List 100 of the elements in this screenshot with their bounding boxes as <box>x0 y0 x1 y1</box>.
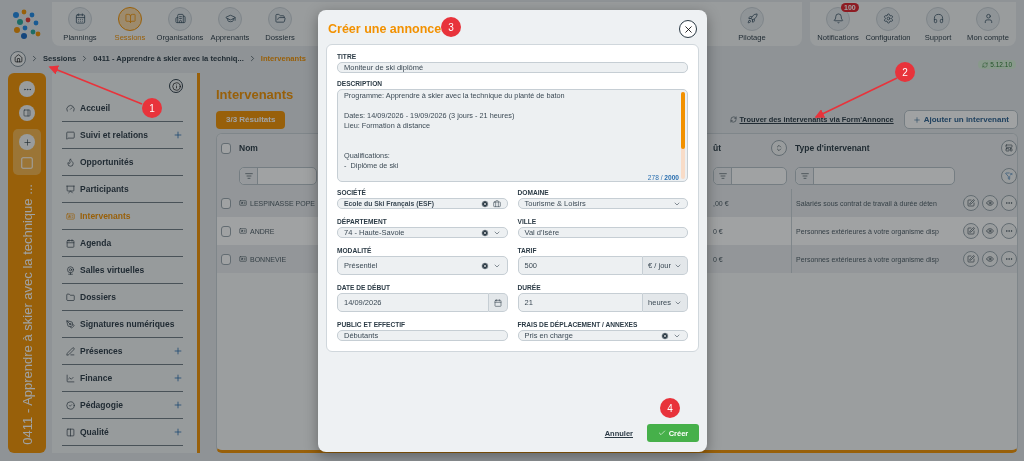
sidebar-item[interactable]: Pédagogie <box>62 392 183 419</box>
folder-icon <box>66 292 75 302</box>
check-circle-icon <box>66 400 75 410</box>
folder-icon <box>274 13 286 24</box>
book-icon <box>124 13 136 24</box>
columns-icon <box>66 427 75 437</box>
sidebar-item[interactable]: Présences <box>62 338 183 365</box>
calendar-button[interactable] <box>488 293 508 312</box>
ellipsis-icon <box>1005 199 1013 207</box>
scrollbar[interactable] <box>681 92 685 179</box>
filter-icon <box>718 171 727 180</box>
panel-button[interactable] <box>19 105 35 121</box>
sidebar-item[interactable]: Signatures numériques <box>62 311 183 338</box>
sidebar-item[interactable]: Qualité <box>62 419 183 446</box>
sidebar-item[interactable]: Finance <box>62 365 183 392</box>
check-icon <box>657 429 666 437</box>
checkbox[interactable] <box>221 142 231 154</box>
webcam-icon <box>66 265 75 275</box>
sync-icon <box>982 61 989 68</box>
close-button[interactable] <box>679 20 697 38</box>
clear-icon <box>480 261 489 270</box>
add-button[interactable]: Ajouter un intervenant <box>903 110 1018 129</box>
eye-icon <box>986 199 994 207</box>
graduation-cap-icon <box>224 13 236 24</box>
filter-icon <box>244 171 253 180</box>
headset-icon <box>932 13 944 24</box>
plus-icon <box>173 400 183 410</box>
column-header[interactable]: Nom <box>235 134 321 162</box>
plus-icon <box>173 130 183 140</box>
square-icon <box>20 156 34 170</box>
presentation-icon <box>66 184 75 194</box>
close-icon <box>682 23 694 35</box>
ellipsis-icon <box>1005 227 1013 235</box>
layout-icon <box>1005 144 1013 152</box>
plus-icon <box>173 346 183 356</box>
id-card-icon <box>239 255 247 263</box>
more-button[interactable] <box>19 81 35 97</box>
home-icon <box>13 54 23 63</box>
plus-icon <box>912 115 921 124</box>
checkbox[interactable] <box>221 225 231 237</box>
checkbox[interactable] <box>221 197 231 209</box>
calendar-icon <box>74 13 86 24</box>
column-header[interactable]: ût <box>709 134 791 162</box>
info-icon <box>171 81 181 91</box>
view-button[interactable] <box>982 223 998 239</box>
clear-icon <box>480 228 489 237</box>
id-card-icon <box>66 211 75 221</box>
rocket-icon <box>746 13 758 24</box>
more-button[interactable] <box>1001 223 1017 239</box>
sort-icon <box>775 144 783 152</box>
eye-icon <box>986 255 994 263</box>
plus-icon <box>173 373 183 383</box>
info-button[interactable] <box>169 79 183 93</box>
sidebar-item[interactable]: Opportunités <box>62 149 183 176</box>
column-header[interactable]: Type d'intervenant <box>791 134 959 162</box>
edit-button[interactable] <box>963 223 979 239</box>
view-button[interactable] <box>982 251 998 267</box>
flame-icon <box>66 157 75 167</box>
plus-icon <box>22 137 32 147</box>
filter-field[interactable] <box>795 166 955 185</box>
building-icon <box>174 13 186 24</box>
edit-icon <box>967 255 975 263</box>
calendar-icon <box>493 298 502 307</box>
clear-icon <box>480 199 489 208</box>
view-button[interactable] <box>982 195 998 211</box>
chat-icon <box>66 130 75 140</box>
edit-icon <box>967 227 975 235</box>
edit-button[interactable] <box>963 251 979 267</box>
sidebar-item[interactable]: Salles virtuelles <box>62 257 183 284</box>
sidebar-item[interactable]: Participants <box>62 176 183 203</box>
clear-filters-button[interactable] <box>1001 167 1017 184</box>
user-icon <box>982 13 994 24</box>
id-card-icon <box>239 199 247 207</box>
pen-icon <box>66 319 75 329</box>
pen-icon <box>66 346 75 356</box>
plus-icon <box>173 427 183 437</box>
sidebar-item[interactable]: Suivi et relations <box>62 122 183 149</box>
layout-button[interactable] <box>1001 140 1017 156</box>
eye-icon <box>986 227 994 235</box>
sync-icon <box>729 116 737 123</box>
panel-icon <box>23 109 31 117</box>
more-button[interactable] <box>1001 195 1017 211</box>
session-title: 0411 - Apprendre à skier avec la technique ... <box>19 184 35 445</box>
page-title: Intervenants <box>216 87 294 102</box>
sidebar-item[interactable]: Agenda <box>62 230 183 257</box>
filter-field[interactable] <box>239 166 317 185</box>
id-card-icon <box>239 227 247 235</box>
line-chart-icon <box>66 373 75 383</box>
edit-button[interactable] <box>963 195 979 211</box>
sort-button[interactable] <box>771 140 787 156</box>
bell-icon <box>832 13 844 24</box>
filter-field[interactable] <box>713 166 787 185</box>
checkbox[interactable] <box>221 253 231 265</box>
add-button[interactable] <box>19 134 35 150</box>
annotation-number: 2 <box>895 62 915 82</box>
sidebar-item[interactable]: Dossiers <box>62 284 183 311</box>
clear-icon <box>661 331 669 340</box>
home-button[interactable] <box>10 50 26 67</box>
ellipsis-icon <box>1005 255 1013 263</box>
more-button[interactable] <box>1001 251 1017 267</box>
